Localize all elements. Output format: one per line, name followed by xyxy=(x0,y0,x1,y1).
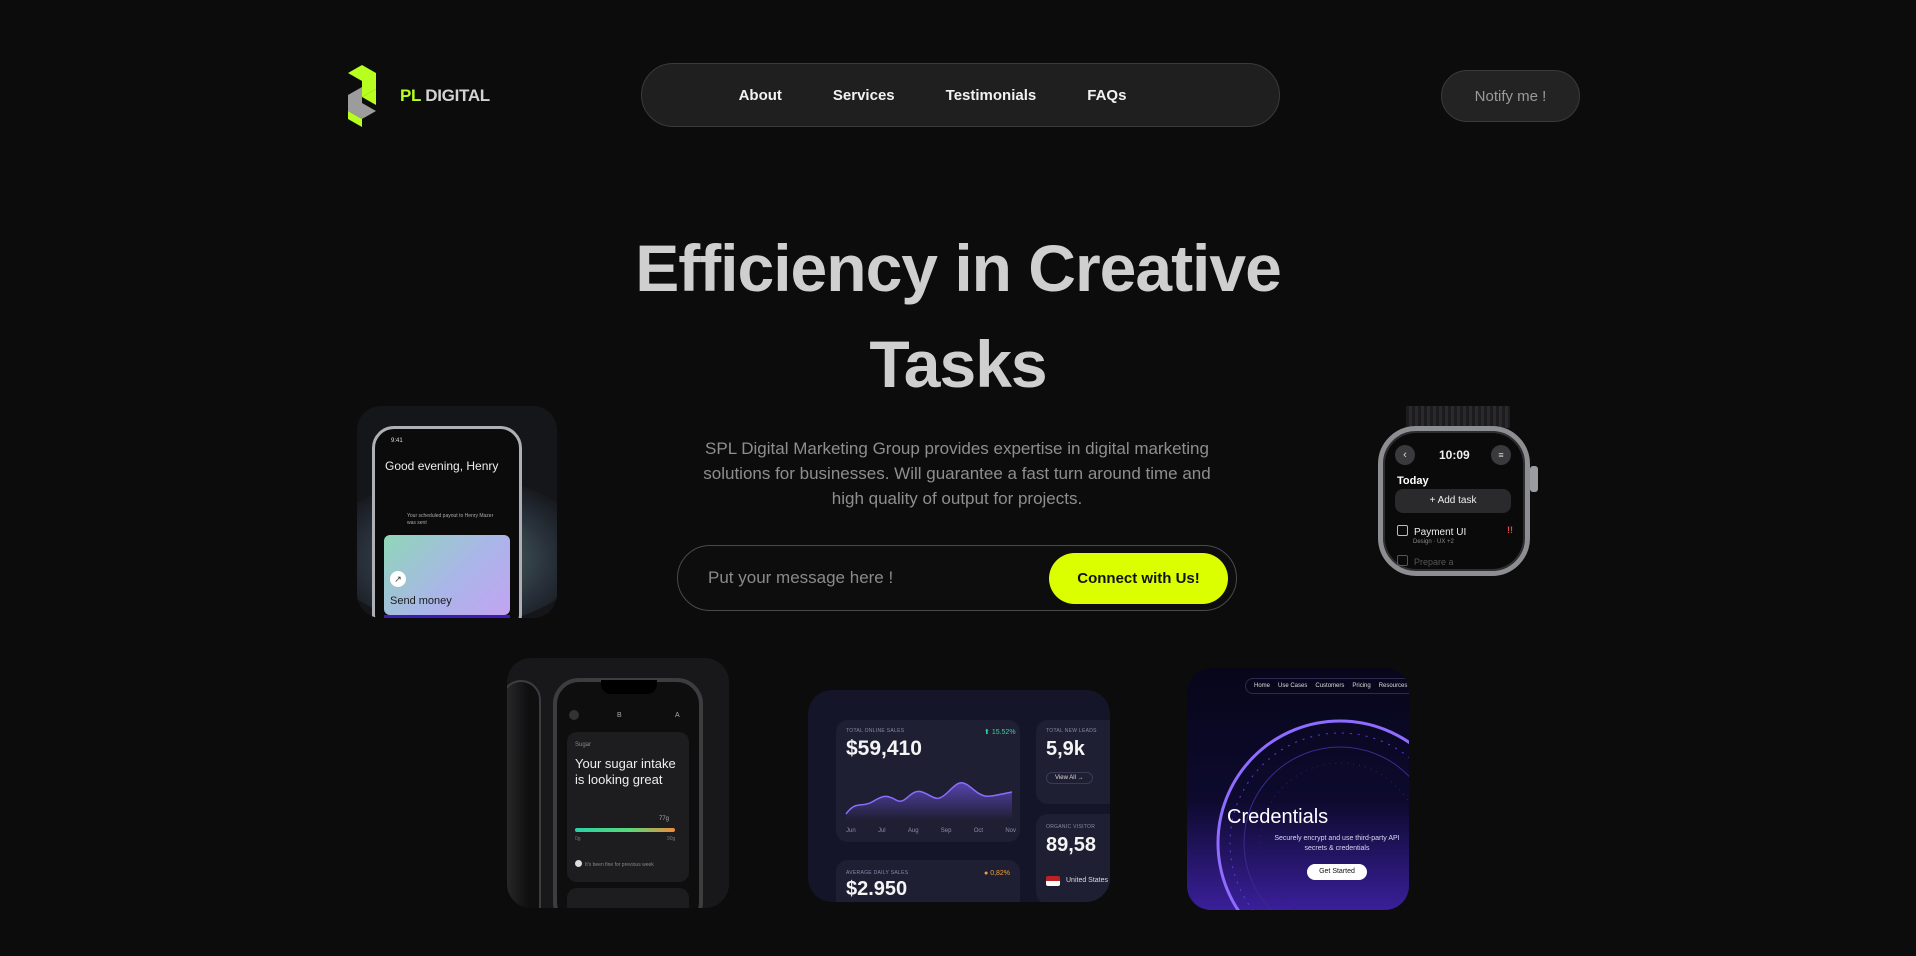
sales-label: TOTAL ONLINE SALES xyxy=(846,728,905,734)
month-tick: Jun xyxy=(846,828,856,834)
credentials-subtitle: Securely encrypt and use third-party API… xyxy=(1274,835,1400,852)
avg-sales-label: AVERAGE DAILY SALES xyxy=(846,870,909,876)
phone-showcase-card: 9:41 Good evening, Henry Your scheduled … xyxy=(357,406,557,618)
credentials-nav: Home Use Cases Customers Pricing Resourc… xyxy=(1245,678,1409,694)
avg-sales-value: $2.950 xyxy=(846,878,908,900)
month-tick: Oct xyxy=(973,828,984,834)
secondary-panel xyxy=(567,888,689,908)
sales-change: ⬆ 15.52% xyxy=(984,729,1016,736)
cred-nav-item: Use Cases xyxy=(1278,683,1308,689)
back-icon: ‹ xyxy=(1395,445,1415,465)
watch-task-2: Prepare a xyxy=(1397,555,1454,567)
phone-note: Your scheduled payout to Henry Mazer was… xyxy=(389,513,499,527)
message-input[interactable] xyxy=(706,567,1049,589)
notify-button[interactable]: Notify me ! xyxy=(1441,70,1580,122)
sales-widget: TOTAL ONLINE SALES $59,410 ⬆ 15.52% Jun … xyxy=(836,720,1020,842)
health-tab-a: A xyxy=(675,712,680,719)
nav-faqs[interactable]: FAQs xyxy=(1087,87,1126,104)
watch-task-1-label: Payment UI xyxy=(1414,527,1467,538)
sugar-tip: It's been fine for previous week xyxy=(575,860,654,868)
sugar-headline: Your sugar intake is looking great xyxy=(575,756,676,787)
cred-nav-item: Pricing xyxy=(1352,683,1371,689)
avg-sales-change-value: 0,82% xyxy=(990,870,1011,877)
month-tick: Sep xyxy=(940,828,952,834)
connect-button[interactable]: Connect with Us! xyxy=(1049,552,1228,604)
health-phone-mockup: B A Sugar Your sugar intake is looking g… xyxy=(553,678,703,908)
watch-crown xyxy=(1530,466,1538,492)
message-form: Connect with Us! xyxy=(677,545,1237,611)
month-tick: Nov xyxy=(1005,828,1016,834)
month-tick: Aug xyxy=(907,828,919,834)
leads-value: 5,9k xyxy=(1046,738,1085,760)
leads-label: TOTAL NEW LEADS xyxy=(1046,728,1097,734)
organic-value: 89,58 xyxy=(1046,834,1097,856)
send-money-label: Send money xyxy=(390,595,452,607)
sales-value: $59,410 xyxy=(846,737,922,760)
sugar-panel: Sugar Your sugar intake is looking great… xyxy=(567,732,689,882)
dashboard-showcase-card: TOTAL ONLINE SALES $59,410 ⬆ 15.52% Jun … xyxy=(808,690,1110,902)
home-icon xyxy=(569,710,579,720)
sales-line-chart xyxy=(845,782,1013,820)
brand-logo[interactable]: PL DIGITAL xyxy=(346,64,496,128)
sugar-tag: Sugar xyxy=(575,742,592,748)
arrow-icon: ↗ xyxy=(390,571,406,587)
watch-band xyxy=(1406,406,1510,428)
hero-title-line1: Efficiency in Creative xyxy=(635,231,1282,305)
priority-flag: !! xyxy=(1507,525,1513,535)
avg-sales-change: ● 0,82% xyxy=(984,870,1011,877)
cred-nav-item: Resources xyxy=(1378,683,1408,689)
hero-description: SPL Digital Marketing Group provides exp… xyxy=(703,439,1211,508)
phone-greeting: Good evening, Henry xyxy=(385,459,499,473)
nav-services[interactable]: Services xyxy=(833,87,895,104)
credentials-showcase-card: Home Use Cases Customers Pricing Resourc… xyxy=(1187,668,1409,910)
checkbox-icon xyxy=(1397,525,1408,536)
watch-task-2-label: Prepare a xyxy=(1414,557,1454,567)
leads-widget: TOTAL NEW LEADS 5,9k View All → xyxy=(1036,720,1110,804)
watch-add-task: + Add task xyxy=(1395,489,1511,513)
us-flag-icon xyxy=(1046,876,1060,886)
watch-time: 10:09 xyxy=(1439,448,1470,462)
watch-showcase-card: ‹ 10:09 ≡ Today + Add task Payment UI De… xyxy=(1378,406,1538,586)
brand-name-rest: DIGITAL xyxy=(420,86,490,105)
brand-name-accent: PL xyxy=(400,86,421,105)
nav-about[interactable]: About xyxy=(739,87,782,104)
filter-icon: ≡ xyxy=(1491,445,1511,465)
get-started-button: Get Started xyxy=(1307,864,1367,880)
cred-nav-item: Customers xyxy=(1315,683,1345,689)
credentials-title: Credentials xyxy=(1227,806,1329,828)
watch-section-title: Today xyxy=(1397,475,1429,487)
organic-label: ORGANIC VISITOR xyxy=(1046,824,1096,830)
month-tick: Jul xyxy=(877,828,886,834)
send-money-tile: ↗ Send money xyxy=(384,535,510,615)
phone-mockup: 9:41 Good evening, Henry Your scheduled … xyxy=(372,426,522,618)
nav-testimonials[interactable]: Testimonials xyxy=(946,87,1037,104)
view-all-button: View All → xyxy=(1046,772,1093,784)
brand-name: PL DIGITAL xyxy=(400,86,490,106)
phone-notch xyxy=(601,680,657,694)
phone-side-mockup xyxy=(507,680,541,908)
sales-change-value: 15.52% xyxy=(991,729,1016,736)
month-axis: Jun Jul Aug Sep Oct Nov xyxy=(846,828,1016,834)
sugar-min: 0g xyxy=(575,836,581,842)
health-showcase-card: B A Sugar Your sugar intake is looking g… xyxy=(507,658,729,908)
sugar-gauge xyxy=(575,828,675,832)
country-label: United States xyxy=(1066,877,1109,884)
checkbox-icon xyxy=(1397,555,1408,566)
watch-mockup: ‹ 10:09 ≡ Today + Add task Payment UI De… xyxy=(1378,426,1530,576)
phone-status-time: 9:41 xyxy=(391,438,403,444)
organic-widget: ORGANIC VISITOR 89,58 United States xyxy=(1036,814,1110,902)
sugar-value: 77g xyxy=(659,816,670,822)
logo-mark-icon xyxy=(348,65,376,127)
main-nav: About Services Testimonials FAQs xyxy=(641,63,1280,127)
hero-title: Efficiency in Creative Tasks xyxy=(558,220,1358,412)
avg-sales-widget: AVERAGE DAILY SALES $2.950 ● 0,82% xyxy=(836,860,1020,902)
watch-task-1-meta: Design · UX +2 xyxy=(1413,539,1454,545)
health-tab-b: B xyxy=(617,712,622,719)
cred-nav-item: Home xyxy=(1254,683,1271,689)
watch-task-1: Payment UI xyxy=(1397,525,1466,538)
sugar-max: 90g xyxy=(667,836,676,842)
phone-note-text: Your scheduled payout to Henry Mazer was… xyxy=(407,513,494,526)
hero-title-line2: Tasks xyxy=(869,327,1047,401)
phone-bottom-bar xyxy=(384,615,510,618)
